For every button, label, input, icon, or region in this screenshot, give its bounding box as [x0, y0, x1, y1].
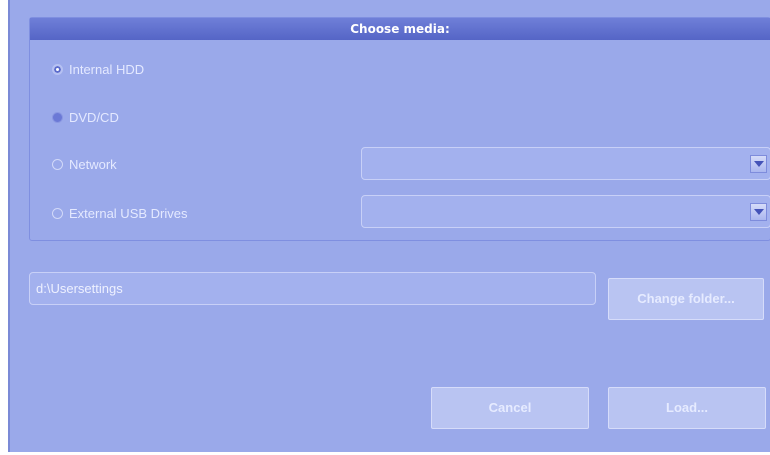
folder-path-field[interactable]: d:\Usersettings — [29, 272, 596, 305]
radio-internal-hdd[interactable]: Internal HDD — [52, 59, 144, 79]
radio-empty-icon — [52, 207, 63, 219]
load-button[interactable]: Load... — [608, 387, 766, 429]
radio-label-internal-hdd: Internal HDD — [69, 61, 145, 77]
change-folder-button[interactable]: Change folder... — [608, 278, 764, 320]
chevron-down-icon[interactable] — [750, 155, 767, 173]
radio-label-network: Network — [69, 156, 117, 172]
radio-label-dvd-cd: DVD/CD — [69, 109, 119, 125]
radio-empty-icon — [52, 158, 63, 170]
radio-dvd-cd[interactable]: DVD/CD — [52, 107, 119, 127]
cancel-button[interactable]: Cancel — [431, 387, 589, 429]
load-dialog: Choose media: Internal HDD DVD/CD Networ… — [8, 0, 770, 452]
radio-selected-icon — [52, 63, 63, 75]
chevron-down-icon[interactable] — [750, 203, 767, 221]
media-group-title: Choose media: — [30, 18, 770, 40]
radio-network[interactable]: Network — [52, 154, 117, 174]
media-group-box: Choose media: Internal HDD DVD/CD Networ… — [29, 17, 770, 241]
network-select[interactable] — [361, 147, 770, 180]
radio-label-external-usb: External USB Drives — [69, 205, 188, 221]
radio-filled-icon — [52, 111, 63, 123]
usb-drive-select[interactable] — [361, 195, 770, 228]
radio-external-usb[interactable]: External USB Drives — [52, 203, 187, 223]
